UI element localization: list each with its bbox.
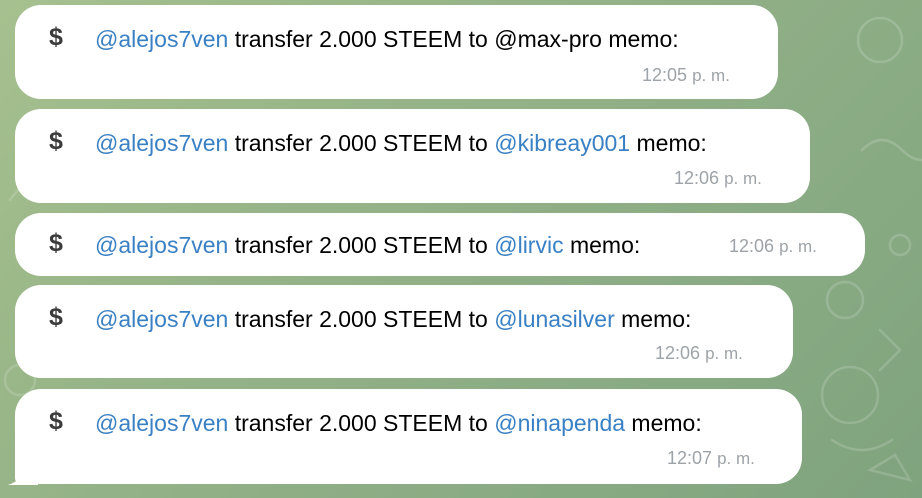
message-text: @alejos7ven transfer 2.000 STEEM to @lun… bbox=[95, 305, 691, 333]
sender-mention-link[interactable]: @alejos7ven bbox=[95, 26, 228, 52]
message-timestamp: 12:06 p. m. bbox=[655, 342, 743, 365]
time-value: 12:07 bbox=[667, 448, 713, 468]
time-ampm: p. m. bbox=[717, 449, 755, 468]
message-bubble[interactable]: $ @alejos7ven transfer 2.000 STEEM to @l… bbox=[15, 213, 865, 276]
transfer-text: transfer 2.000 STEEM to bbox=[228, 306, 495, 332]
time-ampm: p. m. bbox=[724, 169, 762, 188]
message-bubble[interactable]: $ @alejos7ven transfer 2.000 STEEM to @l… bbox=[15, 285, 793, 378]
transfer-text: transfer 2.000 STEEM to bbox=[228, 130, 495, 156]
message-timestamp: 12:07 p. m. bbox=[667, 447, 755, 470]
dollar-sign-icon: $ bbox=[49, 229, 63, 257]
sender-mention-link[interactable]: @alejos7ven bbox=[95, 410, 228, 436]
time-value: 12:06 bbox=[674, 168, 720, 188]
memo-label: memo: bbox=[614, 306, 692, 332]
message-text: @alejos7ven transfer 2.000 STEEM to @nin… bbox=[95, 409, 702, 437]
memo-label: memo: bbox=[625, 410, 702, 436]
time-ampm: p. m. bbox=[692, 66, 730, 85]
transfer-text: transfer 2.000 STEEM to bbox=[228, 232, 495, 258]
message-bubble[interactable]: $ @alejos7ven transfer 2.000 STEEM to @k… bbox=[15, 109, 810, 203]
message-timestamp: 12:05 p. m. bbox=[642, 64, 730, 87]
message-timestamp: 12:06 p. m. bbox=[674, 167, 762, 190]
memo-label: memo: bbox=[630, 130, 707, 156]
time-value: 12:06 bbox=[655, 343, 701, 363]
transfer-text: transfer 2.000 STEEM to bbox=[228, 26, 495, 52]
time-value: 12:05 bbox=[642, 65, 688, 85]
recipient-mention-link[interactable]: @lunasilver bbox=[494, 306, 615, 332]
dollar-sign-icon: $ bbox=[49, 127, 63, 155]
sender-mention-link[interactable]: @alejos7ven bbox=[95, 232, 228, 258]
time-value: 12:06 bbox=[729, 236, 775, 256]
message-text: @alejos7ven transfer 2.000 STEEM to @max… bbox=[95, 25, 679, 53]
message-timestamp: 12:06 p. m. bbox=[729, 235, 817, 258]
recipient-mention-link[interactable]: @kibreay001 bbox=[494, 130, 630, 156]
time-ampm: p. m. bbox=[705, 344, 743, 363]
message-text: @alejos7ven transfer 2.000 STEEM to @kib… bbox=[95, 129, 707, 157]
transfer-text: transfer 2.000 STEEM to bbox=[228, 410, 495, 436]
memo-label: memo: bbox=[563, 232, 641, 258]
time-ampm: p. m. bbox=[779, 237, 817, 256]
message-bubble[interactable]: $ @alejos7ven transfer 2.000 STEEM to @n… bbox=[15, 389, 802, 484]
memo-label: memo: bbox=[601, 26, 679, 52]
dollar-sign-icon: $ bbox=[49, 303, 63, 331]
message-bubble[interactable]: $ @alejos7ven transfer 2.000 STEEM to @m… bbox=[15, 5, 778, 99]
message-text: @alejos7ven transfer 2.000 STEEM to @lir… bbox=[95, 231, 640, 259]
sender-mention-link[interactable]: @alejos7ven bbox=[95, 306, 228, 332]
recipient-mention-link[interactable]: @ninapenda bbox=[494, 410, 625, 436]
recipient-mention: @max-pro bbox=[494, 26, 602, 52]
recipient-mention-link[interactable]: @lirvic bbox=[494, 232, 563, 258]
sender-mention-link[interactable]: @alejos7ven bbox=[95, 130, 228, 156]
dollar-sign-icon: $ bbox=[49, 23, 63, 51]
dollar-sign-icon: $ bbox=[49, 407, 63, 435]
